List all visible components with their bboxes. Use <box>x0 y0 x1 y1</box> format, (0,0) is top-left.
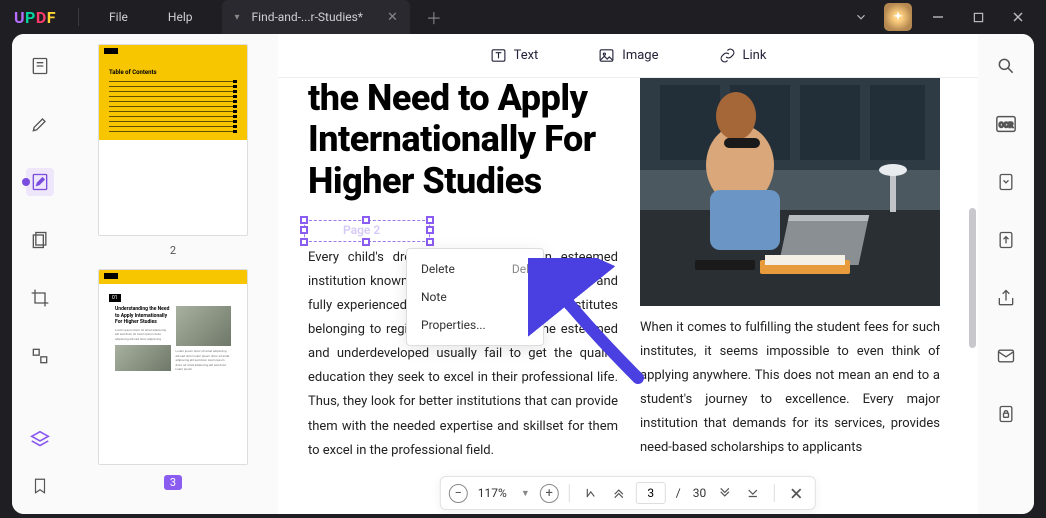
doc-heading: the Need to Apply Internationally For Hi… <box>308 78 618 202</box>
window-minimize-button[interactable] <box>918 0 958 34</box>
page-separator: / <box>672 486 683 500</box>
window-maximize-button[interactable] <box>958 0 998 34</box>
tab-dropdown-icon[interactable]: ▾ <box>234 12 239 23</box>
thumbnail-page-2[interactable]: Table of Contents <box>98 44 248 236</box>
resize-handle[interactable] <box>362 216 370 224</box>
search-icon[interactable] <box>992 52 1020 80</box>
mail-icon[interactable] <box>992 342 1020 370</box>
resize-handle[interactable] <box>426 226 434 234</box>
highlighter-icon[interactable] <box>26 110 54 138</box>
scrollbar-track[interactable] <box>969 128 976 474</box>
selected-annotation[interactable]: Page 2 <box>304 220 430 242</box>
context-menu: DeleteDel Note Properties... <box>406 248 544 346</box>
page-total: 30 <box>689 486 709 500</box>
protect-icon[interactable] <box>992 400 1020 428</box>
resize-handle[interactable] <box>426 216 434 224</box>
document-tab[interactable]: ▾ Find-and-...r-Studies* ✕ <box>222 0 409 34</box>
right-toolbar: OCR <box>978 34 1034 514</box>
menu-file[interactable]: File <box>89 10 148 24</box>
resize-handle[interactable] <box>362 238 370 246</box>
menu-help[interactable]: Help <box>148 10 213 24</box>
resize-handle[interactable] <box>300 238 308 246</box>
tool-text[interactable]: Text <box>490 47 539 64</box>
svg-text:OCR: OCR <box>999 121 1014 130</box>
thumbnail-label-active: 3 <box>164 475 182 490</box>
text-icon <box>490 47 507 64</box>
context-menu-delete[interactable]: DeleteDel <box>407 255 543 283</box>
zoom-value: 117% <box>474 486 511 500</box>
document-viewport[interactable]: the Need to Apply Internationally For Hi… <box>278 78 978 514</box>
resize-handle[interactable] <box>300 216 308 224</box>
doc-paragraph-right: When it comes to fulfilling the student … <box>640 316 940 460</box>
dropdown-icon[interactable] <box>844 0 878 34</box>
layers-icon[interactable] <box>26 426 54 454</box>
prev-page-button[interactable] <box>608 482 630 504</box>
pages-icon[interactable] <box>26 226 54 254</box>
annotation-label: Page 2 <box>343 223 380 237</box>
resize-handle[interactable] <box>426 238 434 246</box>
app-body: Table of Contents 2 01 Understanding the… <box>12 34 1034 514</box>
separator <box>774 484 775 502</box>
thumbnail-page-3[interactable]: 01 Understanding the Need to Apply Inter… <box>98 269 248 465</box>
doc-image <box>640 78 940 306</box>
zoom-in-button[interactable]: + <box>540 484 559 503</box>
zoom-out-button[interactable]: − <box>449 484 468 503</box>
edit-toolbar: Text Image Link <box>278 34 978 78</box>
link-icon <box>719 47 736 64</box>
ocr-icon[interactable]: OCR <box>992 110 1020 138</box>
resize-handle[interactable] <box>300 226 308 234</box>
tool-link[interactable]: Link <box>719 47 767 64</box>
app-logo: UPDF <box>14 8 56 27</box>
reader-mode-icon[interactable] <box>26 52 54 80</box>
zoom-dropdown-icon[interactable]: ▼ <box>517 488 534 499</box>
separator <box>569 484 570 502</box>
bookmark-icon[interactable] <box>26 472 54 500</box>
tools-icon[interactable] <box>26 342 54 370</box>
separator <box>78 8 79 26</box>
tab-close-icon[interactable]: ✕ <box>387 10 398 25</box>
scrollbar-thumb[interactable] <box>969 208 976 348</box>
convert-icon[interactable] <box>992 226 1020 254</box>
next-page-button[interactable] <box>714 482 736 504</box>
edit-mode-icon[interactable] <box>26 168 54 196</box>
last-page-button[interactable] <box>742 482 764 504</box>
window-close-button[interactable] <box>998 0 1038 34</box>
ai-assistant-button[interactable] <box>884 3 912 31</box>
thumbnails-panel: Table of Contents 2 01 Understanding the… <box>68 34 278 514</box>
page-input[interactable] <box>636 482 666 504</box>
share-icon[interactable] <box>992 284 1020 312</box>
add-tab-button[interactable]: ＋ <box>426 5 442 29</box>
bottom-toolbar: − 117% ▼ + / 30 <box>440 476 816 510</box>
close-toolbar-button[interactable] <box>785 482 807 504</box>
title-bar: UPDF File Help ▾ Find-and-...r-Studies* … <box>0 0 1046 34</box>
thumbnail-label: 2 <box>170 244 176 257</box>
image-icon <box>598 47 615 64</box>
compress-icon[interactable] <box>992 168 1020 196</box>
left-toolbar <box>12 34 68 514</box>
context-menu-properties[interactable]: Properties... <box>407 311 543 339</box>
first-page-button[interactable] <box>580 482 602 504</box>
context-menu-note[interactable]: Note <box>407 283 543 311</box>
tab-title: Find-and-...r-Studies* <box>252 10 363 24</box>
crop-icon[interactable] <box>26 284 54 312</box>
main-area: Text Image Link the Need to Apply Intern… <box>278 34 978 514</box>
tool-image[interactable]: Image <box>598 47 658 64</box>
